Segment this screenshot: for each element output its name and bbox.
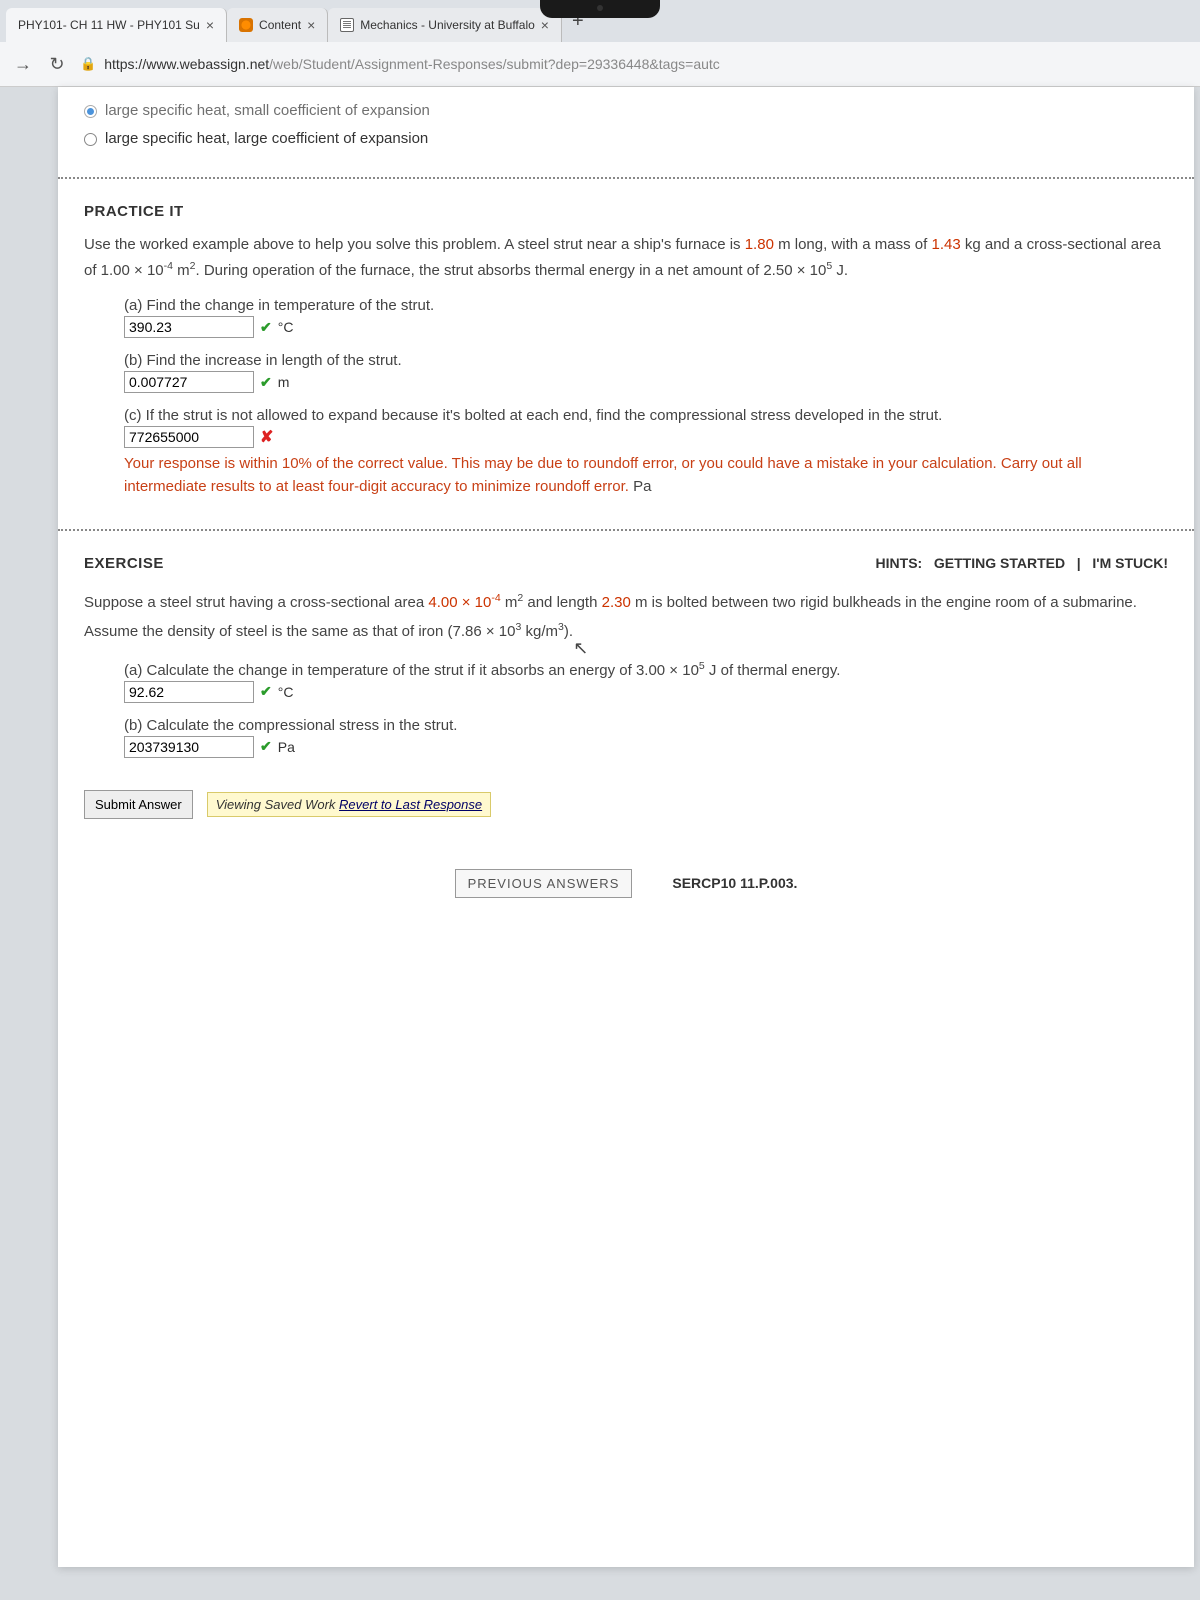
close-icon[interactable]: × [541,17,549,33]
divider [58,177,1194,179]
ex-part-a: (a) Calculate the change in temperature … [124,660,1168,703]
section-title: EXERCISE [84,555,164,572]
prompt: (b) Calculate the compressional stress i… [124,717,1168,734]
exercise-intro: Suppose a steel strut having a cross-sec… [84,590,1168,646]
part-c: (c) If the strut is not allowed to expan… [124,407,1168,499]
prompt: (c) If the strut is not allowed to expan… [124,407,1168,424]
ex-part-b: (b) Calculate the compressional stress i… [124,717,1168,758]
pencil-icon [239,18,253,32]
cursor-icon: ↖ [573,633,588,664]
forward-icon[interactable]: → [12,53,34,75]
ex-answer-input-a[interactable] [124,681,254,703]
unit: °C [278,684,294,700]
check-icon: ✔ [260,319,272,336]
check-icon: ✔ [260,738,272,755]
cross-icon: ✘ [260,427,273,447]
prompt: (a) Find the change in temperature of th… [124,297,1168,314]
answer-input-a[interactable] [124,316,254,338]
im-stuck-link[interactable]: I'M STUCK! [1092,555,1168,571]
document-icon [340,18,354,32]
previous-answers-button[interactable]: PREVIOUS ANSWERS [455,869,633,898]
ex-answer-input-b[interactable] [124,736,254,758]
check-icon: ✔ [260,683,272,700]
url-text: https://www.webassign.net/web/Student/As… [104,56,720,72]
problem-reference: SERCP10 11.P.003. [672,875,797,891]
tab-phy101[interactable]: PHY101- CH 11 HW - PHY101 Su × [6,8,227,42]
hints-bar: HINTS: GETTING STARTED | I'M STUCK! [876,555,1168,571]
feedback-text: Your response is within 10% of the corre… [124,452,1168,499]
radio-group: large specific heat, small coefficient o… [58,87,1194,163]
check-icon: ✔ [260,374,272,391]
section-title: PRACTICE IT [84,203,1168,220]
answer-input-c[interactable] [124,426,254,448]
unit: °C [278,319,294,335]
prompt: (a) Calculate the change in temperature … [124,660,1168,679]
practice-it-block: PRACTICE IT Use the worked example above… [58,193,1194,515]
radio-option-1[interactable] [84,105,97,118]
tab-label: Content [259,18,301,32]
saved-work-notice: Viewing Saved Work Revert to Last Respon… [207,792,491,817]
tab-label: Mechanics - University at Buffalo [360,18,535,32]
radio-label: large specific heat, small coefficient o… [105,99,430,123]
unit: m [278,374,290,390]
unit: Pa [278,739,295,755]
practice-intro: Use the worked example above to help you… [84,232,1168,283]
submit-row: Submit Answer Viewing Saved Work Revert … [58,774,1194,835]
bottom-row: PREVIOUS ANSWERS SERCP10 11.P.003. [58,869,1194,898]
answer-input-b[interactable] [124,371,254,393]
part-b: (b) Find the increase in length of the s… [124,352,1168,393]
part-a: (a) Find the change in temperature of th… [124,297,1168,338]
lock-icon: 🔒 [80,56,96,72]
url-bar-row: → ↻ 🔒 https://www.webassign.net/web/Stud… [0,42,1200,86]
tab-mechanics[interactable]: Mechanics - University at Buffalo × [328,8,562,42]
radio-label: large specific heat, large coefficient o… [105,127,428,151]
close-icon[interactable]: × [307,17,315,33]
page-content: large specific heat, small coefficient o… [58,87,1194,1567]
address-bar[interactable]: 🔒 https://www.webassign.net/web/Student/… [80,56,1188,72]
revert-link[interactable]: Revert to Last Response [339,797,482,812]
getting-started-link[interactable]: GETTING STARTED [934,555,1065,571]
radio-option-2[interactable] [84,133,97,146]
close-icon[interactable]: × [206,17,214,33]
tab-content[interactable]: Content × [227,8,328,42]
tab-label: PHY101- CH 11 HW - PHY101 Su [18,18,200,32]
webcam-notch [540,0,660,18]
prompt: (b) Find the increase in length of the s… [124,352,1168,369]
submit-answer-button[interactable]: Submit Answer [84,790,193,819]
reload-icon[interactable]: ↻ [46,53,68,75]
divider [58,529,1194,531]
exercise-block: EXERCISE HINTS: GETTING STARTED | I'M ST… [58,545,1194,774]
